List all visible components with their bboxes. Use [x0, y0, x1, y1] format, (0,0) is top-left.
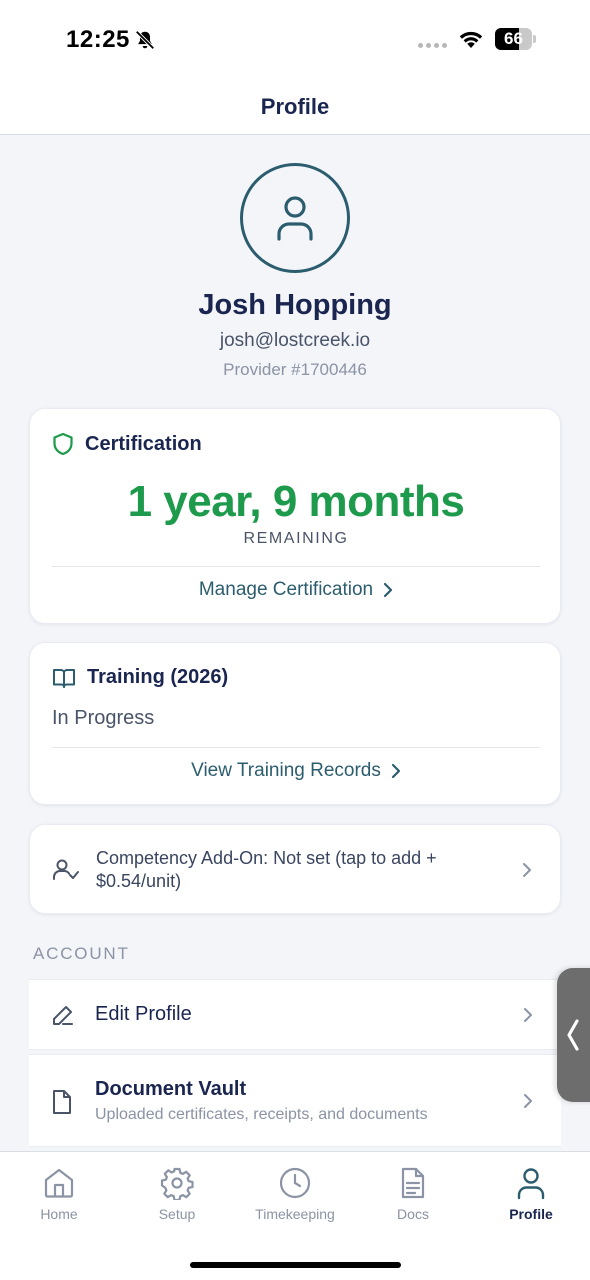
- chevron-left-icon: [567, 1019, 579, 1051]
- battery-icon: 66: [495, 28, 536, 50]
- avatar[interactable]: [240, 163, 350, 273]
- tab-profile-label: Profile: [509, 1206, 553, 1222]
- account-section-label: ACCOUNT: [33, 944, 130, 963]
- training-card: Training (2026) In Progress View Trainin…: [29, 642, 561, 805]
- tab-timekeeping[interactable]: Timekeeping: [236, 1166, 354, 1222]
- tab-timekeeping-label: Timekeeping: [255, 1206, 335, 1222]
- document-vault-row[interactable]: Document Vault Uploaded certificates, re…: [29, 1054, 561, 1147]
- chevron-right-icon: [384, 582, 393, 598]
- provider-number: Provider #1700446: [223, 360, 367, 379]
- side-panel-handle[interactable]: [557, 968, 590, 1102]
- tab-bar: Home Setup Timekeeping Docs Profile: [0, 1151, 590, 1280]
- document-vault-title: Document Vault: [95, 1078, 247, 1100]
- tab-setup[interactable]: Setup: [118, 1166, 236, 1222]
- profile-email: josh@lostcreek.io: [219, 330, 371, 351]
- book-open-icon: [53, 668, 75, 688]
- profile-name: Josh Hopping: [198, 289, 392, 321]
- training-title: Training (2026): [87, 666, 229, 688]
- edit-profile-label: Edit Profile: [95, 1003, 192, 1025]
- training-status: In Progress: [52, 707, 155, 729]
- chevron-right-icon: [524, 1094, 532, 1108]
- chevron-right-icon: [523, 863, 531, 877]
- document-icon: [53, 1090, 71, 1114]
- user-icon: [517, 1168, 545, 1200]
- header: Profile: [0, 80, 590, 135]
- divider: [52, 566, 540, 567]
- document-vault-subtitle: Uploaded certificates, receipts, and doc…: [95, 1106, 428, 1123]
- user-icon: [277, 196, 313, 241]
- manage-certification-label: Manage Certification: [198, 579, 374, 600]
- battery-level: 66: [504, 29, 523, 48]
- user-check-icon: [53, 859, 79, 880]
- chevron-right-icon: [391, 763, 400, 779]
- manage-certification-link[interactable]: Manage Certification: [30, 579, 562, 601]
- tab-docs-label: Docs: [397, 1206, 429, 1222]
- cellular-signal-icon: [418, 43, 447, 48]
- certification-card: Certification 1 year, 9 months REMAINING…: [29, 408, 561, 624]
- docs-icon: [401, 1167, 425, 1199]
- clock-icon: [279, 1167, 311, 1199]
- gear-icon: [160, 1167, 194, 1200]
- tab-setup-label: Setup: [158, 1206, 196, 1222]
- bell-off-icon: [135, 30, 155, 50]
- tab-home-label: Home: [40, 1206, 78, 1222]
- tab-home[interactable]: Home: [0, 1166, 118, 1222]
- competency-add-on-row[interactable]: Competency Add-On: Not set (tap to add +…: [29, 824, 561, 914]
- wifi-icon: [459, 31, 483, 48]
- pencil-icon: [53, 1006, 73, 1025]
- certification-remaining-label: REMAINING: [243, 530, 349, 547]
- home-indicator: [190, 1262, 401, 1268]
- status-bar: 12:25 66: [0, 0, 590, 80]
- shield-icon: [53, 432, 73, 456]
- view-training-records-label: View Training Records: [191, 760, 381, 781]
- certification-title: Certification: [85, 432, 202, 455]
- status-time: 12:25: [66, 26, 130, 53]
- tab-docs[interactable]: Docs: [354, 1166, 472, 1222]
- view-training-records-link[interactable]: View Training Records: [30, 760, 562, 782]
- tab-profile[interactable]: Profile: [472, 1166, 590, 1222]
- divider: [52, 747, 540, 748]
- certification-remaining-value: 1 year, 9 months: [127, 477, 465, 526]
- page-title: Profile: [260, 94, 330, 119]
- home-icon: [44, 1168, 74, 1198]
- edit-profile-row[interactable]: Edit Profile: [29, 979, 561, 1050]
- competency-add-on-label: Competency Add-On: Not set (tap to add +…: [96, 848, 437, 891]
- chevron-right-icon: [524, 1008, 532, 1022]
